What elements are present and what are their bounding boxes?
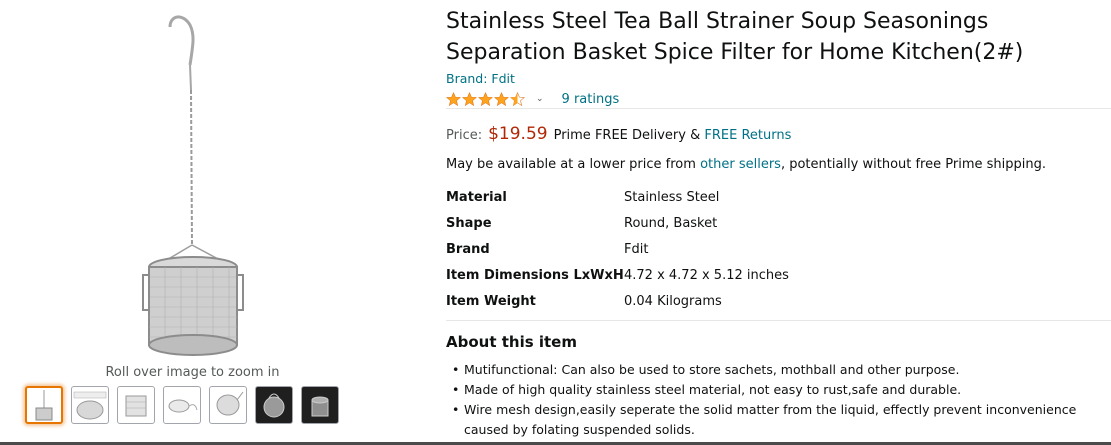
spec-value: Round, Basket bbox=[624, 215, 718, 231]
divider bbox=[446, 108, 1111, 109]
star-full-icon bbox=[494, 91, 509, 106]
spec-value: Stainless Steel bbox=[624, 189, 720, 205]
star-full-icon bbox=[446, 91, 461, 106]
thumbnail-3[interactable] bbox=[117, 386, 155, 424]
ratings-count-link[interactable]: 9 ratings bbox=[562, 92, 620, 107]
other-sellers-link[interactable]: other sellers bbox=[700, 157, 781, 172]
strainer-dark-thumbnail-icon bbox=[263, 393, 285, 418]
table-row: Material Stainless Steel bbox=[446, 184, 789, 210]
spec-key: Brand bbox=[446, 241, 490, 257]
free-returns-link[interactable]: FREE Returns bbox=[704, 128, 791, 143]
product-main-image[interactable] bbox=[135, 5, 255, 360]
rating-row: ⌄ 9 ratings bbox=[446, 89, 619, 109]
prime-delivery-text: Prime FREE Delivery & bbox=[553, 128, 701, 143]
strainer-side-thumbnail-icon bbox=[216, 391, 244, 416]
spec-key: Item Dimensions LxWxH bbox=[446, 267, 624, 283]
zoom-hint: Roll over image to zoom in bbox=[105, 365, 280, 380]
availability-note: May be available at a lower price from o… bbox=[446, 157, 1046, 172]
table-row: Item Dimensions LxWxH 4.72 x 4.72 x 5.12… bbox=[446, 262, 789, 288]
thumbnail-6[interactable] bbox=[255, 386, 293, 424]
availability-prefix: May be available at a lower price from bbox=[446, 157, 696, 172]
thumbnail-4[interactable] bbox=[163, 386, 201, 424]
strainer-hanging-thumbnail-icon bbox=[35, 390, 53, 421]
brand-link[interactable]: Brand: Fdit bbox=[446, 71, 515, 86]
about-heading: About this item bbox=[446, 333, 577, 351]
table-row: Shape Round, Basket bbox=[446, 210, 789, 236]
thumbnail-strip bbox=[25, 386, 339, 430]
thumbnail-5[interactable] bbox=[209, 386, 247, 424]
table-row: Brand Fdit bbox=[446, 236, 789, 262]
strainer-open-thumbnail-icon bbox=[168, 399, 198, 413]
strainer-package-thumbnail-icon bbox=[73, 391, 107, 420]
spec-key: Material bbox=[446, 189, 507, 205]
table-row: Item Weight 0.04 Kilograms bbox=[446, 288, 789, 314]
chevron-down-icon[interactable]: ⌄ bbox=[536, 94, 544, 104]
price-row: Price: $19.59 Prime FREE Delivery & FREE… bbox=[446, 124, 791, 144]
star-full-icon bbox=[478, 91, 493, 106]
list-item: Wire mesh design,easily seperate the sol… bbox=[446, 400, 1086, 440]
strainer-dark-lid-thumbnail-icon bbox=[311, 396, 329, 417]
spec-key: Item Weight bbox=[446, 293, 536, 309]
price-label: Price: bbox=[446, 128, 483, 143]
list-item: Mutifunctional: Can also be used to stor… bbox=[446, 360, 1086, 380]
strainer-basket-thumbnail-icon bbox=[125, 395, 147, 417]
thumbnail-2[interactable] bbox=[71, 386, 109, 424]
thumbnail-1[interactable] bbox=[25, 386, 63, 424]
thumbnail-7[interactable] bbox=[301, 386, 339, 424]
product-title: Stainless Steel Tea Ball Strainer Soup S… bbox=[446, 9, 1024, 65]
availability-suffix: , potentially without free Prime shippin… bbox=[780, 157, 1046, 172]
price-value: $19.59 bbox=[488, 124, 548, 144]
product-overview-table: Material Stainless Steel Shape Round, Ba… bbox=[446, 184, 789, 314]
spec-value: 4.72 x 4.72 x 5.12 inches bbox=[624, 267, 789, 283]
list-item: Made of high quality stainless steel mat… bbox=[446, 380, 1086, 400]
spec-value: Fdit bbox=[624, 241, 649, 257]
star-rating[interactable] bbox=[446, 91, 526, 107]
divider bbox=[446, 320, 1111, 321]
star-half-icon bbox=[510, 91, 525, 106]
star-full-icon bbox=[462, 91, 477, 106]
about-bullet-list: Mutifunctional: Can also be used to stor… bbox=[446, 360, 1086, 440]
spec-value: 0.04 Kilograms bbox=[624, 293, 722, 309]
spec-key: Shape bbox=[446, 215, 492, 231]
